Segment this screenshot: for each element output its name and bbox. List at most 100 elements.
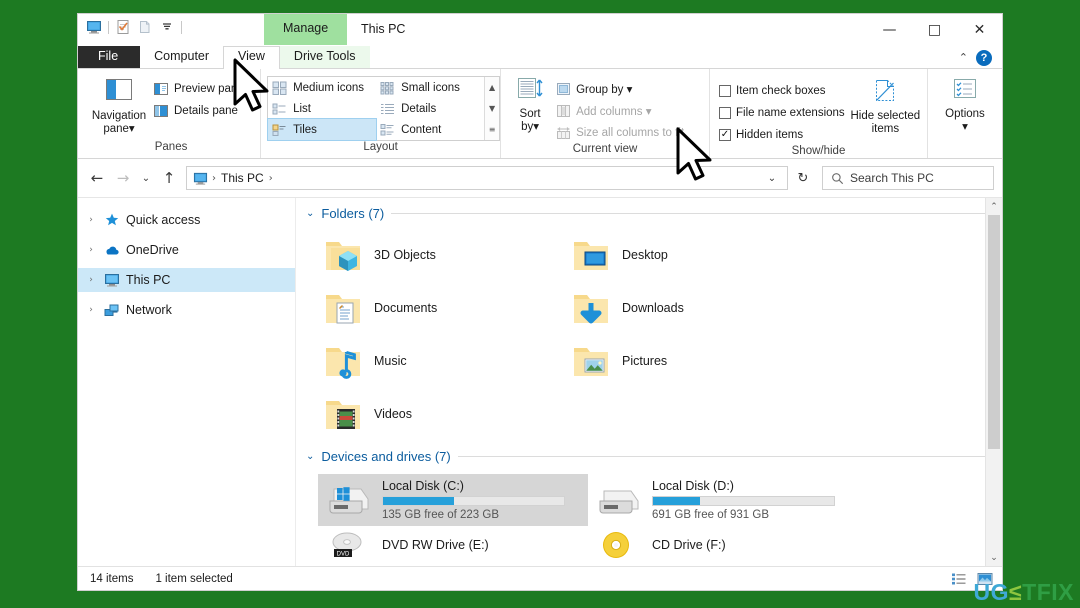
list-item[interactable]: Local Disk (D:) 691 GB free of 931 GB xyxy=(588,474,858,526)
tab-file[interactable]: File xyxy=(78,46,141,68)
sidebar-item-network[interactable]: › Network xyxy=(78,298,295,322)
navigation-pane-label-1: Navigation xyxy=(91,110,147,122)
content-scrollbar[interactable]: ⌃ ⌄ xyxy=(985,198,1002,566)
address-dropdown-icon[interactable]: ⌄ xyxy=(761,167,783,189)
file-list-view[interactable]: ⌄ Folders (7) 3D Objects Desktop Documen… xyxy=(296,198,1002,566)
quick-access-expander-icon[interactable]: › xyxy=(84,215,98,225)
scroll-down-icon[interactable]: ⌄ xyxy=(986,549,1002,566)
gallery-scroll-down-icon[interactable]: ▼ xyxy=(485,99,499,118)
file-explorer-window: Manage This PC — □ ✕ File Computer View … xyxy=(78,14,1002,590)
file-name-extensions-option[interactable]: File name extensions xyxy=(716,102,850,123)
devices-collapse-icon[interactable]: ⌄ xyxy=(306,451,314,462)
group-header-devices[interactable]: ⌄ Devices and drives (7) xyxy=(296,444,1002,468)
minimize-button[interactable]: — xyxy=(867,14,912,45)
list-item[interactable]: Music xyxy=(318,334,566,387)
layout-details[interactable]: Details xyxy=(376,98,484,119)
options-button[interactable]: Options ▾ xyxy=(934,75,996,134)
group-header-folders[interactable]: ⌄ Folders (7) xyxy=(296,198,1002,222)
folder-desktop-icon xyxy=(574,241,608,270)
gallery-scroll-up-icon[interactable]: ▲ xyxy=(485,78,499,97)
preview-pane-button[interactable]: Preview pane xyxy=(150,78,249,99)
help-icon[interactable]: ? xyxy=(976,49,992,66)
layout-content[interactable]: Content xyxy=(376,119,484,140)
recent-locations-button[interactable]: ⌄ xyxy=(136,165,156,191)
layout-medium-icons[interactable]: Medium icons xyxy=(268,77,376,98)
list-item[interactable]: 3D Objects xyxy=(318,228,566,281)
hidden-items-option[interactable]: ✓ Hidden items xyxy=(716,124,850,145)
back-button[interactable]: ← xyxy=(84,165,110,191)
details-view-icon[interactable] xyxy=(948,569,970,589)
list-item[interactable]: Downloads xyxy=(566,281,814,334)
breadcrumb-separator-2[interactable]: › xyxy=(269,173,273,184)
sidebar-item-quick-access[interactable]: › Quick access xyxy=(78,208,295,232)
folders-collapse-icon[interactable]: ⌄ xyxy=(306,208,314,219)
ribbon-group-panes: Navigation pane▾ Preview pane Details pa… xyxy=(82,69,262,158)
hidden-items-checkbox[interactable]: ✓ xyxy=(719,128,731,141)
star-icon xyxy=(104,212,120,228)
collapse-ribbon-icon[interactable]: ⌃ xyxy=(959,51,968,64)
scroll-up-icon[interactable]: ⌃ xyxy=(986,198,1002,215)
tab-computer[interactable]: Computer xyxy=(140,46,223,68)
options-dropdown-icon[interactable]: ▾ xyxy=(962,121,968,134)
list-item[interactable]: Videos xyxy=(318,387,566,440)
this-pc-icon[interactable] xyxy=(83,16,105,38)
layout-content-label: Content xyxy=(401,123,442,136)
item-check-boxes-checkbox[interactable] xyxy=(719,84,731,97)
forward-button[interactable]: → xyxy=(110,165,136,191)
svg-text:DVD: DVD xyxy=(337,552,350,558)
onedrive-expander-icon[interactable]: › xyxy=(84,245,98,255)
details-view-icon xyxy=(381,103,395,114)
list-item[interactable]: Documents xyxy=(318,281,566,334)
tab-drive-tools[interactable]: Drive Tools xyxy=(279,46,370,68)
properties-icon[interactable] xyxy=(112,16,134,38)
add-columns-icon xyxy=(557,104,571,117)
search-box[interactable]: Search This PC xyxy=(822,166,994,190)
group-by-button[interactable]: Group by ▾ xyxy=(553,78,689,99)
scrollbar-track[interactable] xyxy=(986,215,1002,549)
cloud-icon xyxy=(104,242,120,258)
size-all-columns-button[interactable]: Size all columns to fit xyxy=(553,122,689,143)
close-button[interactable]: ✕ xyxy=(957,14,1002,45)
hide-selected-items-button[interactable]: Hide selected items xyxy=(850,75,921,136)
layout-gallery-scrollbar[interactable]: ▲ ▼ ≡ xyxy=(484,77,500,140)
navigation-pane-icon xyxy=(106,79,132,100)
tab-view[interactable]: View xyxy=(223,46,280,69)
list-item[interactable]: Local Disk (C:) 135 GB free of 223 GB xyxy=(318,474,588,526)
layout-list[interactable]: List xyxy=(268,98,376,119)
details-pane-button[interactable]: Details pane xyxy=(150,100,249,121)
breadcrumb-separator-1[interactable]: › xyxy=(212,173,216,184)
gallery-more-icon[interactable]: ≡ xyxy=(485,120,499,139)
customize-dropdown-icon[interactable] xyxy=(156,16,178,38)
layout-tiles[interactable]: Tiles xyxy=(267,118,378,141)
list-item[interactable]: CD Drive (F:) xyxy=(588,530,858,560)
item-check-boxes-option[interactable]: Item check boxes xyxy=(716,80,850,101)
navigation-pane-button[interactable]: Navigation pane▾ xyxy=(88,75,150,136)
address-bar: ← → ⌄ ↑ › This PC › ⌄ ↻ Search This PC xyxy=(78,159,1002,197)
show-hide-checkboxes: Item check boxes File name extensions ✓ … xyxy=(716,75,850,145)
search-input[interactable]: Search This PC xyxy=(850,171,934,185)
ribbon: Navigation pane▾ Preview pane Details pa… xyxy=(78,69,1002,159)
search-icon xyxy=(831,172,844,185)
details-pane-icon xyxy=(154,104,168,117)
network-expander-icon[interactable]: › xyxy=(84,305,98,315)
list-item[interactable]: Desktop xyxy=(566,228,814,281)
maximize-button[interactable]: □ xyxy=(912,14,957,45)
this-pc-expander-icon[interactable]: › xyxy=(84,275,98,285)
breadcrumb-this-pc-icon[interactable] xyxy=(191,171,210,186)
refresh-button[interactable]: ↻ xyxy=(790,166,816,190)
layout-small-icons[interactable]: Small icons xyxy=(376,77,484,98)
breadcrumb-this-pc[interactable]: This PC xyxy=(218,171,267,185)
scrollbar-thumb[interactable] xyxy=(988,215,1000,449)
breadcrumb-bar[interactable]: › This PC › ⌄ xyxy=(186,166,788,190)
sort-by-button[interactable]: Sort by▾ xyxy=(507,75,553,134)
add-columns-button[interactable]: Add columns ▾ xyxy=(553,100,689,121)
list-item[interactable]: Pictures xyxy=(566,334,814,387)
file-name-extensions-checkbox[interactable] xyxy=(719,106,731,119)
up-button[interactable]: ↑ xyxy=(156,165,182,191)
new-folder-icon[interactable] xyxy=(134,16,156,38)
list-item[interactable]: DVD DVD RW Drive (E:) xyxy=(318,530,588,560)
sidebar-item-this-pc[interactable]: › This PC xyxy=(78,268,295,292)
navigation-pane: › Quick access › OneDrive › This PC › Ne… xyxy=(78,198,296,566)
current-view-group-label: Current view xyxy=(572,143,638,155)
sidebar-item-onedrive[interactable]: › OneDrive xyxy=(78,238,295,262)
